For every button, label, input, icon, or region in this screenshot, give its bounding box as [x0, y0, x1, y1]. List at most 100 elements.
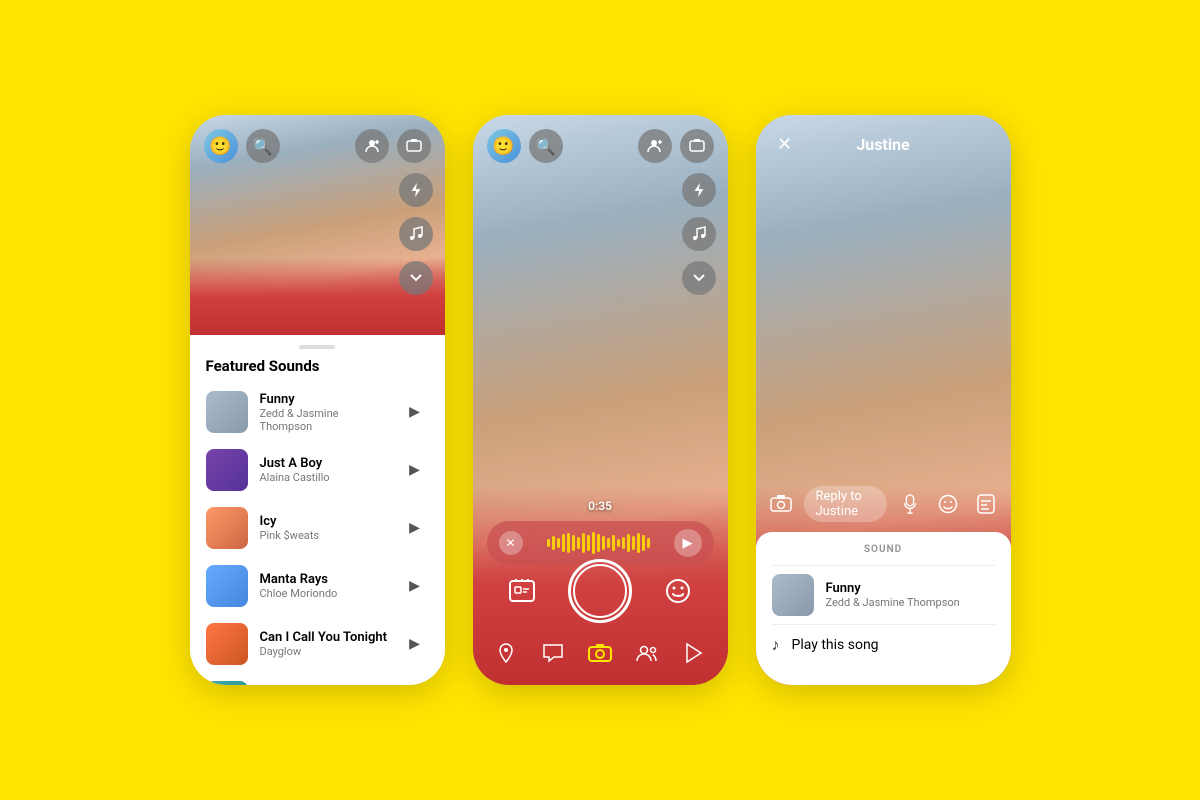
- phone2-music-icon[interactable]: [682, 217, 716, 251]
- phone-3: ✕ Justine Reply to Justine: [756, 115, 1011, 685]
- sound-artist: Pink $weats: [260, 529, 389, 542]
- wave-bar: [587, 535, 590, 551]
- sound-artist: Zedd & Jasmine Thompson: [260, 407, 389, 433]
- nav-stories-icon[interactable]: [676, 635, 712, 671]
- phone1-right-icons: [399, 173, 433, 295]
- sound-popup: SOUND Funny Zedd & Jasmine Thompson ♪ Pl…: [756, 532, 1011, 685]
- waveform-play-button[interactable]: ▶: [674, 529, 702, 557]
- phone2-avatar[interactable]: 🙂: [487, 129, 521, 163]
- list-item[interactable]: Post-Humorous ▶: [190, 673, 445, 685]
- phone1-flip-icon[interactable]: [397, 129, 431, 163]
- wave-bar: [582, 533, 585, 553]
- album-art-justboy: [206, 449, 248, 491]
- mic-icon[interactable]: [895, 489, 925, 519]
- play-button[interactable]: ▶: [401, 514, 429, 542]
- camera-controls: [473, 559, 728, 675]
- sound-popup-label: SOUND: [756, 542, 1011, 565]
- album-art-icy: [206, 507, 248, 549]
- phones-container: 🙂 🔍: [190, 115, 1011, 685]
- wave-bar: [647, 538, 650, 548]
- sound-popup-thumb: [772, 574, 814, 616]
- wave-bar: [567, 533, 570, 553]
- emoji-reply-icon[interactable]: [933, 489, 963, 519]
- waveform-visual: [531, 531, 666, 555]
- phone2-flip-icon[interactable]: [680, 129, 714, 163]
- capture-inner: [573, 564, 627, 618]
- sound-name: Icy: [260, 514, 389, 529]
- wave-bar: [602, 536, 605, 550]
- reply-bar: Reply to Justine: [756, 476, 1011, 532]
- phone2-right-icons: [682, 173, 716, 295]
- sound-artist: Alaina Castillo: [260, 471, 389, 484]
- capture-row: [473, 559, 728, 623]
- nav-row: [473, 631, 728, 675]
- waveform-cancel-button[interactable]: ✕: [499, 531, 523, 555]
- phone1-flash-icon[interactable]: [399, 173, 433, 207]
- reply-right-icons: [895, 489, 1001, 519]
- phone1-avatar[interactable]: 🙂: [204, 129, 238, 163]
- sound-name: Can I Call You Tonight: [260, 630, 389, 645]
- wave-bar: [547, 539, 550, 547]
- phone3-topbar: ✕ Justine: [756, 129, 1011, 159]
- wave-bar: [577, 537, 580, 549]
- list-item[interactable]: Just A Boy Alaina Castillo ▶: [190, 441, 445, 499]
- emoji-icon[interactable]: [660, 573, 696, 609]
- list-item[interactable]: Manta Rays Chloe Moriondo ▶: [190, 557, 445, 615]
- phone3-overlay: Reply to Justine: [756, 476, 1011, 685]
- sound-popup-artist: Zedd & Jasmine Thompson: [826, 596, 995, 609]
- phone1-search-icon[interactable]: 🔍: [246, 129, 280, 163]
- sound-popup-name: Funny: [826, 581, 995, 596]
- reply-input[interactable]: Reply to Justine: [804, 486, 887, 522]
- play-song-row[interactable]: ♪ Play this song: [756, 625, 1011, 665]
- wave-bar: [607, 538, 610, 548]
- wave-bar: [552, 536, 555, 550]
- play-song-label: Play this song: [792, 637, 879, 653]
- album-art-funny: [206, 391, 248, 433]
- sticker-reply-icon[interactable]: [971, 489, 1001, 519]
- sticker-icon[interactable]: [504, 573, 540, 609]
- sound-artist: Dayglow: [260, 645, 389, 658]
- recording-bar: 0:35 ✕: [487, 499, 714, 565]
- nav-camera-icon[interactable]: [582, 635, 618, 671]
- reply-placeholder: Reply to Justine: [816, 489, 875, 519]
- list-item[interactable]: Funny Zedd & Jasmine Thompson ▶: [190, 383, 445, 441]
- sound-popup-item[interactable]: Funny Zedd & Jasmine Thompson: [756, 566, 1011, 624]
- wave-bar: [557, 538, 560, 548]
- timer-text: 0:35: [588, 499, 612, 513]
- wave-bar: [632, 536, 635, 550]
- sound-name: Just A Boy: [260, 456, 389, 471]
- wave-bar: [592, 532, 595, 554]
- music-note-icon: ♪: [772, 635, 780, 655]
- album-art-posthumous: [206, 681, 248, 685]
- nav-chat-icon[interactable]: [535, 635, 571, 671]
- capture-button[interactable]: [568, 559, 632, 623]
- wave-bar: [642, 535, 645, 551]
- phone2-down-icon[interactable]: [682, 261, 716, 295]
- drag-handle: [299, 345, 335, 349]
- nav-friends-icon[interactable]: [629, 635, 665, 671]
- phone-2: 🙂 🔍: [473, 115, 728, 685]
- phone1-down-icon[interactable]: [399, 261, 433, 295]
- wave-bar: [637, 533, 640, 553]
- nav-location-icon[interactable]: [488, 635, 524, 671]
- reply-camera-icon[interactable]: [766, 489, 796, 519]
- phone2-flash-icon[interactable]: [682, 173, 716, 207]
- play-button[interactable]: ▶: [401, 456, 429, 484]
- play-button[interactable]: ▶: [401, 398, 429, 426]
- sound-name: Funny: [260, 392, 389, 407]
- list-item[interactable]: Icy Pink $weats ▶: [190, 499, 445, 557]
- phone2-search-icon[interactable]: 🔍: [529, 129, 563, 163]
- sound-artist: Chloe Moriondo: [260, 587, 389, 600]
- wave-bar: [617, 539, 620, 547]
- sounds-title: Featured Sounds: [190, 357, 445, 383]
- close-button[interactable]: ✕: [770, 129, 800, 159]
- wave-bar: [562, 534, 565, 552]
- phone1-add-friend-icon[interactable]: [355, 129, 389, 163]
- phone-1: 🙂 🔍: [190, 115, 445, 685]
- list-item[interactable]: Can I Call You Tonight Dayglow ▶: [190, 615, 445, 673]
- play-button[interactable]: ▶: [401, 630, 429, 658]
- phone2-add-friend-icon[interactable]: [638, 129, 672, 163]
- phone1-topbar: 🙂 🔍: [190, 129, 445, 163]
- play-button[interactable]: ▶: [401, 572, 429, 600]
- phone1-music-icon[interactable]: [399, 217, 433, 251]
